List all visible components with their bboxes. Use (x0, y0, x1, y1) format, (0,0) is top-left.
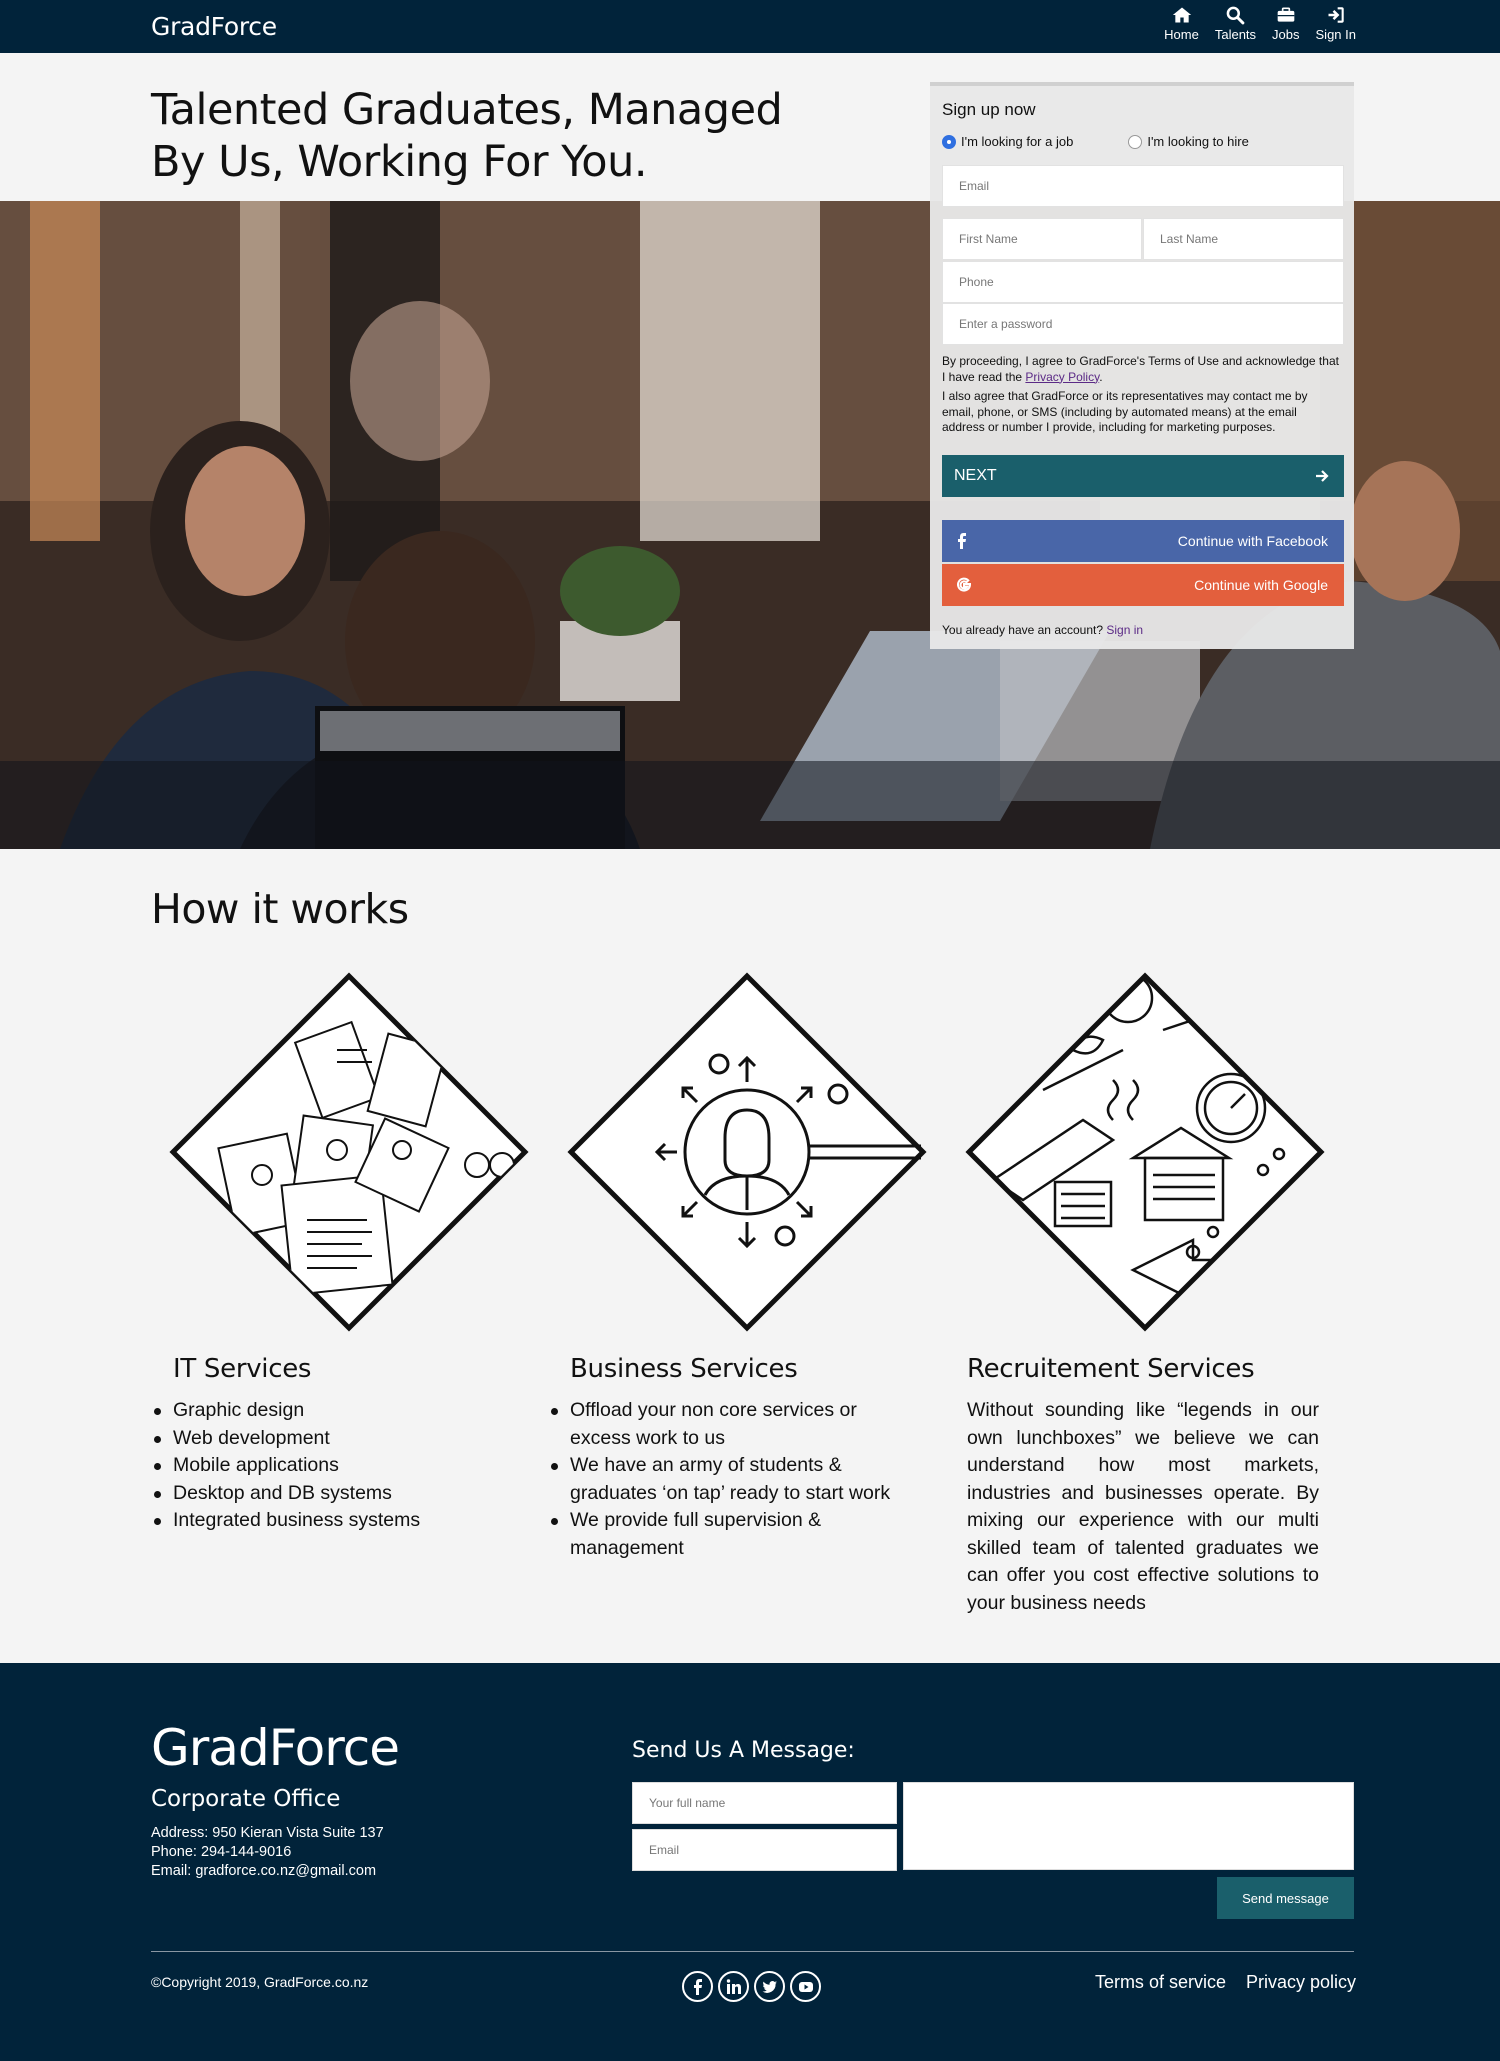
nav-item-label: Jobs (1272, 27, 1300, 42)
nav-item-talents[interactable]: Talents (1215, 5, 1256, 42)
list-item: Desktop and DB systems (152, 1480, 472, 1508)
radio-checked-icon (942, 134, 956, 149)
google-icon (957, 577, 971, 592)
home-icon (1172, 7, 1191, 23)
phone-field[interactable] (942, 261, 1344, 303)
corporate-office-title: Corporate Office (151, 1786, 341, 1812)
recruitement-services-title: Recruitement Services (967, 1354, 1255, 1384)
nav-item-label: Sign In (1315, 27, 1356, 42)
brand-logo[interactable]: GradForce (151, 12, 277, 41)
youtube-icon (798, 1981, 813, 1992)
facebook-icon (693, 1978, 702, 1995)
phone-text: Phone: 294-144-9016 (151, 1844, 292, 1860)
arrow-right-icon (1316, 470, 1329, 482)
twitter-icon (762, 1980, 777, 1993)
nav-item-home[interactable]: Home (1164, 5, 1199, 42)
list-item: Graphic design (152, 1397, 472, 1425)
radio-label: I'm looking to hire (1147, 134, 1249, 149)
signup-form: Sign up now I'm looking for a job I'm lo… (930, 82, 1354, 649)
list-item: We provide full supervision & management (549, 1507, 894, 1562)
footer: GradForce Corporate Office Address: 950 … (0, 1663, 1500, 2061)
privacy-policy-link[interactable]: Privacy Policy (1025, 370, 1099, 384)
linkedin-link[interactable] (718, 1971, 749, 2002)
contact-details: Address: 950 Kieran Vista Suite 137 Phon… (151, 1824, 384, 1881)
business-services-illustration (567, 972, 927, 1332)
briefcase-icon (1277, 7, 1295, 22)
send-message-button[interactable]: Send message (1217, 1877, 1354, 1919)
google-signup-button[interactable]: Continue with Google (942, 564, 1344, 606)
role-radio-group: I'm looking for a job I'm looking to hir… (942, 134, 1249, 149)
how-it-works-title: How it works (151, 885, 409, 933)
sign-in-icon (1328, 7, 1344, 23)
list-item: Integrated business systems (152, 1507, 472, 1535)
terms-suffix: . (1099, 369, 1103, 384)
last-name-field[interactable] (1143, 218, 1344, 260)
top-nav: GradForce Home Talents Jobs Sign In (0, 0, 1500, 53)
copyright-text: ©Copyright 2019, GradForce.co.nz (151, 1974, 369, 1990)
address-text: Address: 950 Kieran Vista Suite 137 (151, 1825, 384, 1841)
signup-title: Sign up now (942, 100, 1036, 119)
privacy-policy-footer-link[interactable]: Privacy policy (1246, 1972, 1356, 1993)
terms-text: By proceeding, I agree to GradForce's Te… (942, 354, 1339, 384)
email-text: Email: gradforce.co.nz@gmail.com (151, 1863, 377, 1879)
youtube-link[interactable] (790, 1971, 821, 2002)
business-services-title: Business Services (570, 1354, 798, 1384)
password-field[interactable] (942, 303, 1344, 345)
message-textarea[interactable] (903, 1782, 1354, 1870)
terms-paragraph: By proceeding, I agree to GradForce's Te… (942, 354, 1342, 385)
contact-consent-text: I also agree that GradForce or its repre… (942, 389, 1308, 434)
footer-links: Terms of service Privacy policy (1075, 1972, 1356, 1993)
nav-item-signin[interactable]: Sign In (1316, 5, 1356, 42)
radio-unchecked-icon (1128, 134, 1143, 149)
hero-title: Talented Graduates, Managed By Us, Worki… (151, 85, 783, 187)
list-item: We have an army of students & graduates … (549, 1452, 894, 1507)
first-name-field[interactable] (942, 218, 1142, 260)
facebook-icon (958, 533, 966, 549)
full-name-field[interactable] (632, 1782, 897, 1824)
it-services-title: IT Services (173, 1354, 312, 1384)
radio-job-seeker[interactable]: I'm looking for a job (942, 134, 1073, 149)
radio-label: I'm looking for a job (961, 134, 1074, 149)
radio-hirer[interactable]: I'm looking to hire (1128, 134, 1249, 149)
nav-item-label: Home (1164, 27, 1199, 42)
next-button[interactable]: NEXT (942, 455, 1344, 497)
footer-email-field[interactable] (632, 1829, 897, 1871)
footer-divider (151, 1951, 1354, 1952)
facebook-signup-button[interactable]: Continue with Facebook (942, 520, 1344, 562)
recruitement-services-text: Without sounding like “legends in our ow… (967, 1399, 1319, 1614)
nav-item-jobs[interactable]: Jobs (1272, 5, 1300, 42)
facebook-button-label: Continue with Facebook (1177, 533, 1328, 549)
social-links (682, 1971, 826, 2002)
google-button-label: Continue with Google (1194, 577, 1328, 593)
send-message-title: Send Us A Message: (632, 1738, 855, 1763)
nav-menu: Home Talents Jobs Sign In (1148, 5, 1356, 42)
search-icon (1227, 6, 1245, 25)
existing-account-text: You already have an account? Sign in (942, 623, 1143, 637)
email-field[interactable] (942, 165, 1344, 207)
list-item: Mobile applications (152, 1452, 472, 1480)
list-item: Offload your non core services or excess… (549, 1397, 894, 1452)
linkedin-icon (726, 1978, 741, 1994)
it-services-illustration (169, 972, 529, 1332)
sign-in-link[interactable]: Sign in (1106, 623, 1143, 637)
it-services-list: Graphic design Web development Mobile ap… (152, 1397, 472, 1535)
list-item: Web development (152, 1425, 472, 1453)
legal-text: By proceeding, I agree to GradForce's Te… (942, 354, 1342, 436)
existing-account-label: You already have an account? (942, 623, 1104, 637)
twitter-link[interactable] (754, 1971, 785, 2002)
recruitement-services-illustration (965, 972, 1325, 1332)
terms-of-service-link[interactable]: Terms of service (1095, 1972, 1226, 1993)
facebook-link[interactable] (682, 1971, 713, 2002)
nav-item-label: Talents (1214, 27, 1257, 42)
business-services-list: Offload your non core services or excess… (549, 1397, 894, 1562)
next-button-label: NEXT (954, 467, 997, 484)
footer-brand[interactable]: GradForce (151, 1719, 400, 1777)
